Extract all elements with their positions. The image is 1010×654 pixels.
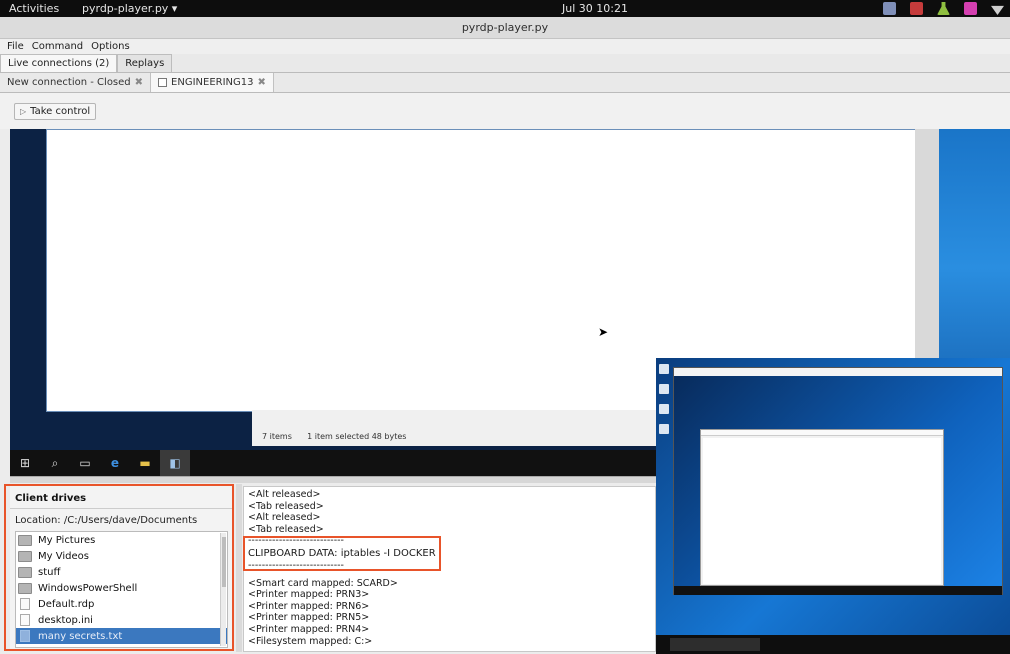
screen: Activities pyrdp-player.py ▾ Jul 30 10:2… [0, 0, 1010, 654]
task-view-icon[interactable]: ▭ [70, 450, 100, 476]
highlight-box-client-drives [4, 484, 234, 651]
activities-button[interactable]: Activities [9, 2, 59, 15]
inset-notepad-body [703, 438, 941, 584]
take-control-label: Take control [30, 106, 91, 117]
tray-icons [883, 1, 1004, 16]
take-control-button[interactable]: ▷ Take control [14, 103, 97, 120]
inset-rdp-screenshot [656, 358, 1010, 654]
status-item-count: 7 items [262, 432, 292, 441]
log-line: <Tab released> [248, 500, 324, 512]
inset-notepad-window [700, 429, 944, 586]
app-menu[interactable]: pyrdp-player.py ▾ [82, 2, 177, 15]
status-selection: 1 item selected 48 bytes [307, 432, 407, 441]
mouse-cursor-icon: ➤ [598, 325, 609, 339]
connection-tab-bar: New connection - Closed ✖ ENGINEERING13 … [0, 73, 1010, 93]
close-icon[interactable]: ✖ [135, 73, 143, 92]
inset-desktop-icons [659, 364, 671, 464]
menu-bar: File Command Options [0, 39, 1010, 54]
tab-new-connection[interactable]: New connection - Closed ✖ [0, 73, 152, 92]
tab-label: New connection - Closed [7, 77, 131, 88]
inset-search-box [670, 638, 760, 651]
desktop-icon [659, 364, 669, 374]
menu-file[interactable]: File [7, 39, 24, 54]
log-line: <Filesystem mapped: C:> [248, 635, 373, 647]
flask-icon[interactable] [937, 2, 950, 15]
app-icon-1[interactable] [883, 2, 896, 15]
search-icon[interactable]: ⌕ [40, 450, 70, 476]
menu-options[interactable]: Options [91, 39, 130, 54]
inset-window-titlebar [674, 368, 1002, 376]
tab-replays[interactable]: Replays [117, 54, 173, 72]
inset-inner-taskbar [674, 586, 1002, 595]
inset-rdp-window [673, 367, 1003, 595]
close-icon[interactable]: ✖ [258, 73, 266, 92]
desktop-icon [659, 384, 669, 394]
file-explorer-icon[interactable]: ▬ [130, 450, 160, 476]
log-line: <Tab released> [248, 523, 324, 535]
clock[interactable]: Jul 30 10:21 [562, 2, 628, 15]
gnome-top-bar: Activities pyrdp-player.py ▾ Jul 30 10:2… [0, 0, 1010, 17]
log-line: <Alt released> [248, 489, 321, 500]
notepad-icon[interactable]: ◧ [160, 450, 190, 476]
document-icon [158, 78, 168, 87]
toolbar: ▷ Take control [0, 93, 1010, 129]
window-title: pyrdp-player.py [0, 17, 1010, 39]
windows-start-icon[interactable]: ⊞ [10, 450, 40, 476]
splitter-vertical[interactable] [236, 484, 242, 652]
tab-live-connections[interactable]: Live connections (2) [0, 54, 118, 72]
inset-notepad-titlebar [701, 430, 943, 436]
tab-engineering13[interactable]: ENGINEERING13 ✖ [151, 73, 274, 92]
network-icon[interactable] [991, 5, 1004, 15]
highlight-box-clipboard [243, 536, 441, 571]
play-icon: ▷ [20, 107, 27, 116]
app-icon-3[interactable] [964, 2, 977, 15]
desktop-icon [659, 424, 669, 434]
desktop-icon [659, 404, 669, 414]
log-line: <Printer mapped: PRN6> [248, 600, 370, 612]
inset-taskbar [656, 635, 1010, 654]
log-line: <Printer mapped: PRN3> [248, 589, 370, 601]
top-tab-bar: Live connections (2) Replays [0, 54, 1010, 73]
tab-label: ENGINEERING13 [171, 77, 254, 88]
menu-command[interactable]: Command [32, 39, 83, 54]
log-line: <Printer mapped: PRN4> [248, 623, 370, 635]
edge-browser-icon[interactable]: e [100, 450, 130, 476]
log-line: <Smart card mapped: SCARD> [248, 577, 398, 589]
log-line: <Alt released> [248, 512, 321, 524]
log-line: <Printer mapped: PRN5> [248, 612, 370, 624]
app-icon-2[interactable] [910, 2, 923, 15]
